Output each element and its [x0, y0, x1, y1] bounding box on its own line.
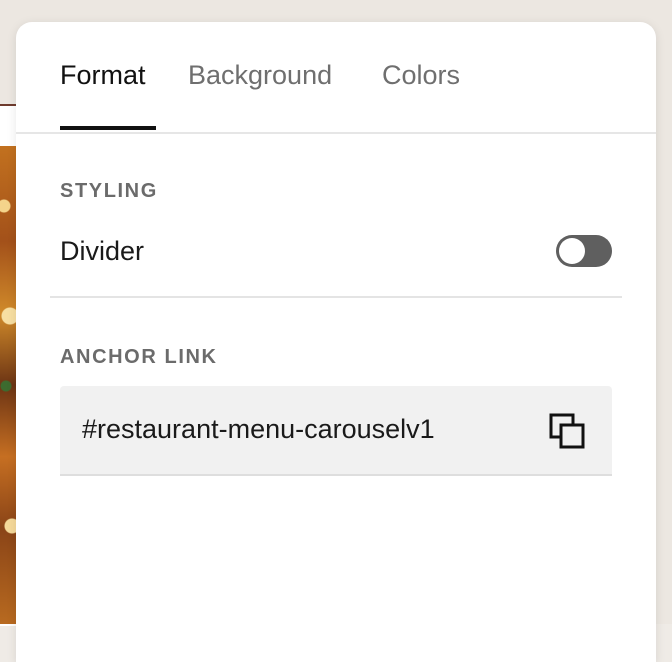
anchor-link-value[interactable]: #restaurant-menu-carouselv1 [82, 414, 435, 445]
tab-colors[interactable]: Colors [382, 60, 460, 91]
active-tab-indicator [60, 126, 156, 130]
divider-toggle[interactable] [556, 235, 612, 267]
copy-icon[interactable] [548, 412, 588, 452]
tab-format[interactable]: Format [60, 60, 146, 91]
toggle-knob [559, 238, 585, 264]
section-divider [50, 296, 622, 298]
anchor-link-field[interactable]: #restaurant-menu-carouselv1 [60, 386, 612, 476]
section-settings-panel: Format Background Colors STYLING Divider… [16, 22, 656, 662]
anchor-link-heading: ANCHOR LINK [60, 346, 218, 368]
styling-heading: STYLING [60, 180, 158, 202]
tab-bar: Format Background Colors [16, 22, 656, 134]
tab-background[interactable]: Background [188, 60, 332, 91]
divider-label: Divider [60, 236, 145, 266]
